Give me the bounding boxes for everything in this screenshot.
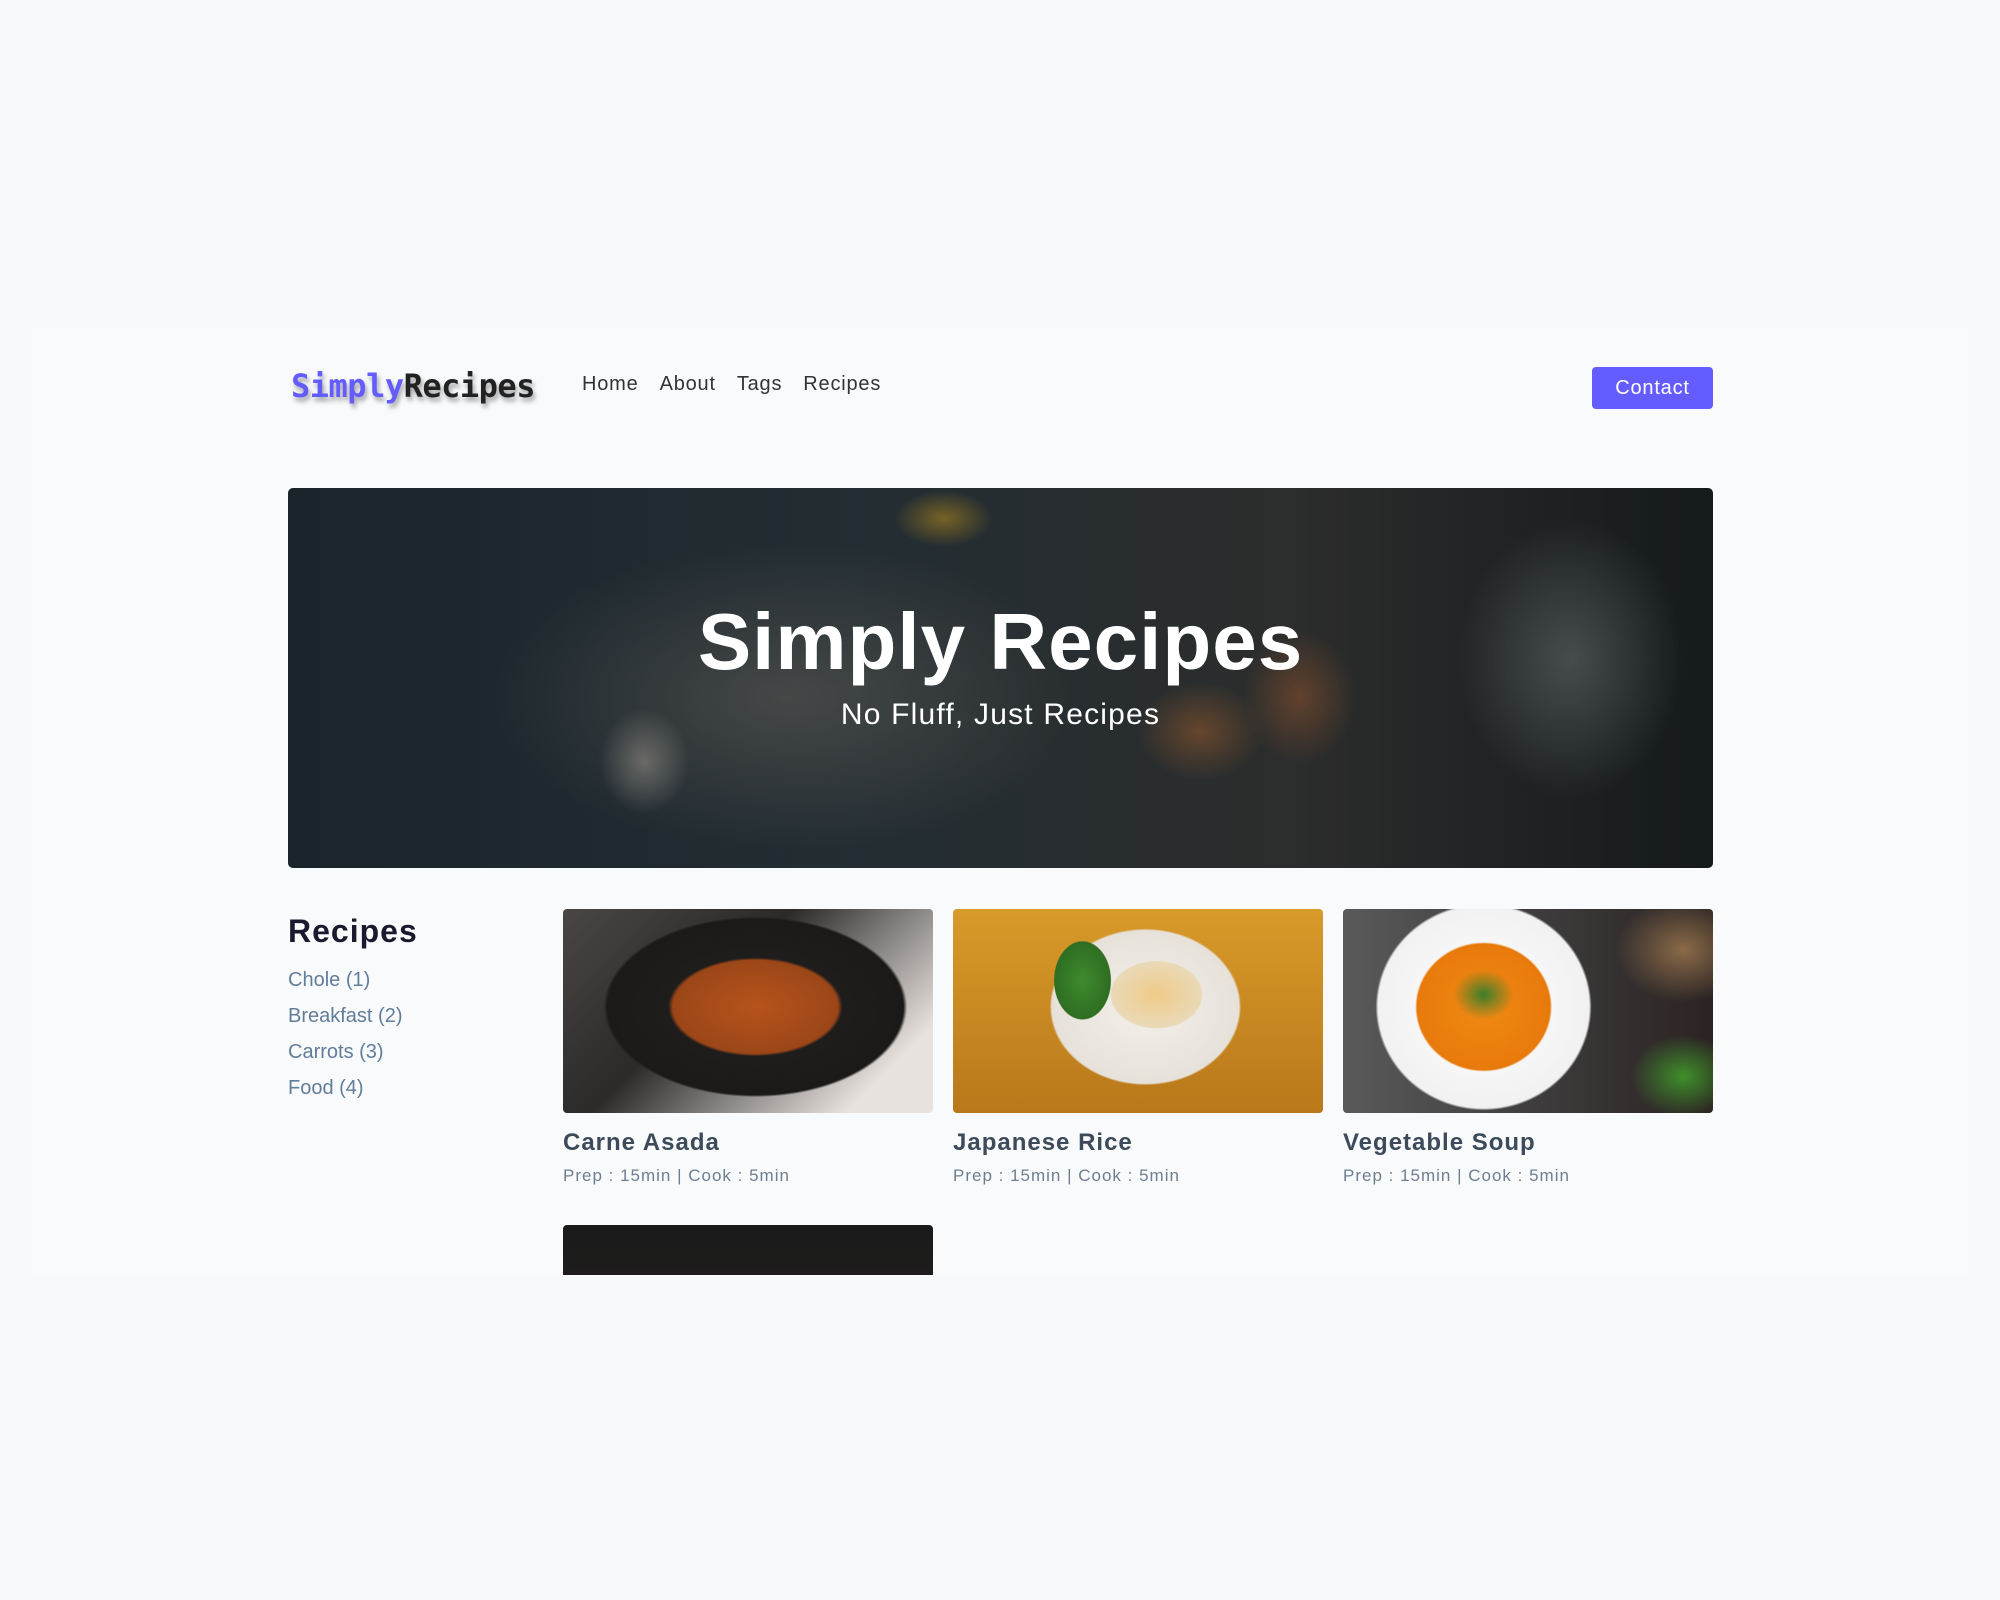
site-logo[interactable]: SimplyRecipes	[291, 367, 535, 405]
recipe-image[interactable]	[563, 909, 933, 1113]
nav-link-recipes[interactable]: Recipes	[803, 373, 881, 396]
recipe-image[interactable]	[953, 909, 1323, 1113]
recipe-image[interactable]	[1343, 909, 1713, 1113]
navbar: SimplyRecipes Home About Tags Recipes Co…	[288, 365, 1713, 410]
tag-link-breakfast[interactable]: Breakfast (2)	[288, 1004, 538, 1040]
page-frame: SimplyRecipes Home About Tags Recipes Co…	[33, 327, 1967, 1275]
hero-banner: Simply Recipes No Fluff, Just Recipes	[288, 488, 1713, 868]
recipe-name: Carne Asada	[563, 1129, 720, 1156]
tag-link-chole[interactable]: Chole (1)	[288, 968, 538, 1004]
recipe-card-carne-asada[interactable]: Carne Asada Prep : 15min | Cook : 5min	[563, 909, 933, 1186]
recipe-card-vegetable-soup[interactable]: Vegetable Soup Prep : 15min | Cook : 5mi…	[1343, 909, 1713, 1186]
contact-button[interactable]: Contact	[1592, 367, 1713, 409]
tags-sidebar: Recipes Chole (1) Breakfast (2) Carrots …	[288, 913, 538, 1112]
recipe-card-japanese-rice[interactable]: Japanese Rice Prep : 15min | Cook : 5min	[953, 909, 1323, 1186]
hero-title: Simply Recipes	[697, 597, 1304, 686]
nav-link-about[interactable]: About	[660, 373, 716, 396]
tag-link-carrots[interactable]: Carrots (3)	[288, 1040, 538, 1076]
logo-part-simply: Simply	[291, 367, 404, 405]
hero-subtitle: No Fluff, Just Recipes	[840, 698, 1161, 731]
recipe-card-partial[interactable]	[563, 1225, 933, 1275]
nav-links: Home About Tags Recipes	[582, 373, 881, 396]
recipe-meta: Prep : 15min | Cook : 5min	[1343, 1166, 1570, 1185]
recipe-meta: Prep : 15min | Cook : 5min	[563, 1166, 790, 1185]
recipe-image[interactable]	[563, 1225, 933, 1275]
tag-link-food[interactable]: Food (4)	[288, 1076, 538, 1112]
recipe-name: Japanese Rice	[953, 1129, 1133, 1156]
logo-part-recipes: Recipes	[403, 367, 536, 405]
nav-link-tags[interactable]: Tags	[737, 373, 782, 396]
nav-link-home[interactable]: Home	[582, 373, 639, 396]
recipe-name: Vegetable Soup	[1343, 1129, 1536, 1156]
sidebar-title: Recipes	[288, 913, 418, 949]
recipe-meta: Prep : 15min | Cook : 5min	[953, 1166, 1180, 1185]
